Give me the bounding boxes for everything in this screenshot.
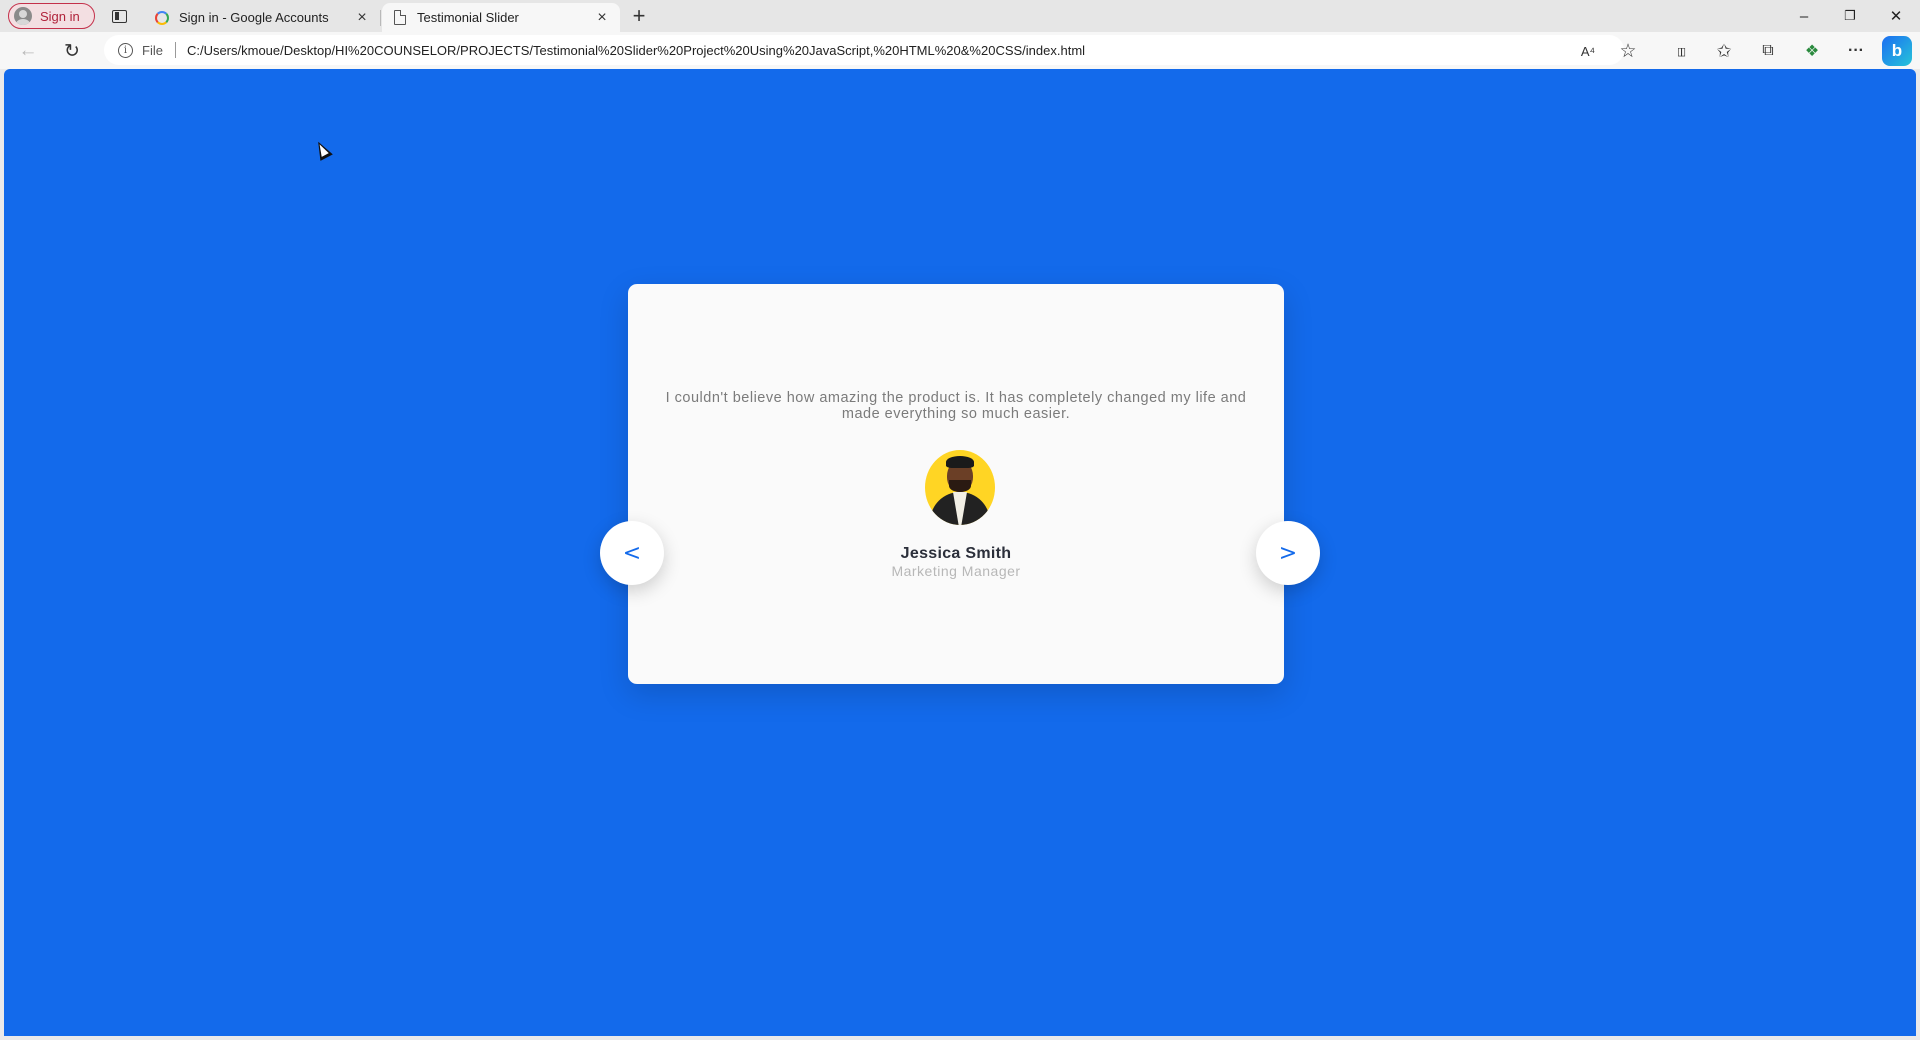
info-icon[interactable]: i [118,42,133,58]
testimonial-quote: I couldn't believe how amazing the produ… [665,390,1247,422]
tab-google-accounts[interactable]: Sign in - Google Accounts × [144,3,380,32]
split-screen-icon[interactable]: ▯▯ [1665,36,1695,66]
next-testimonial-button[interactable]: > [1256,521,1320,585]
reload-button[interactable]: ↻ [56,35,88,67]
tab-testimonial-slider[interactable]: Testimonial Slider × [382,3,620,32]
testimonial-card: I couldn't believe how amazing the produ… [628,284,1284,684]
testimonial-role: Marketing Manager [891,563,1021,579]
favorites-icon[interactable]: ✩ [1709,36,1739,66]
tab-close-icon[interactable]: × [594,9,610,26]
restore-button[interactable]: ❐ [1827,0,1873,32]
address-url[interactable]: C:/Users/kmoue/Desktop/HI%20COUNSELOR/PR… [187,43,1085,58]
extensions-icon[interactable]: ❖ [1797,36,1827,66]
tab-divider [380,10,381,26]
collections-icon[interactable]: ⧉ [1753,36,1783,66]
back-button[interactable]: ← [12,35,44,67]
browser-toolbar: ← ↻ i File C:/Users/kmoue/Desktop/HI%20C… [0,32,1920,69]
profile-button[interactable]: Sign in [8,3,95,29]
profile-label: Sign in [40,8,80,24]
tab-close-icon[interactable]: × [354,9,370,26]
testimonial-avatar [925,450,995,525]
new-tab-button[interactable]: + [628,5,650,27]
prev-testimonial-button[interactable]: < [600,521,664,585]
more-options-icon[interactable]: ··· [1841,36,1871,66]
tab-actions-button[interactable] [108,6,130,26]
page-icon [392,10,408,26]
favorite-star-icon[interactable]: ☆ [1613,36,1643,66]
address-divider [174,42,176,58]
address-scheme: File [142,42,163,58]
minimize-button[interactable]: – [1781,0,1827,32]
google-icon [154,10,170,26]
tab-strip: Sign in Sign in - Google Accounts × Test… [0,0,1920,32]
testimonial-name: Jessica Smith [900,545,1012,562]
tab-actions-icon [111,9,127,23]
address-bar[interactable]: i File C:/Users/kmoue/Desktop/HI%20COUNS… [104,35,1624,65]
close-window-button[interactable]: ✕ [1873,0,1919,32]
tab-title: Sign in - Google Accounts [179,10,329,25]
tab-title: Testimonial Slider [417,10,519,25]
copilot-icon[interactable]: b [1882,36,1912,66]
read-aloud-icon[interactable]: A⁴ [1573,36,1603,66]
profile-avatar-icon [14,7,32,25]
